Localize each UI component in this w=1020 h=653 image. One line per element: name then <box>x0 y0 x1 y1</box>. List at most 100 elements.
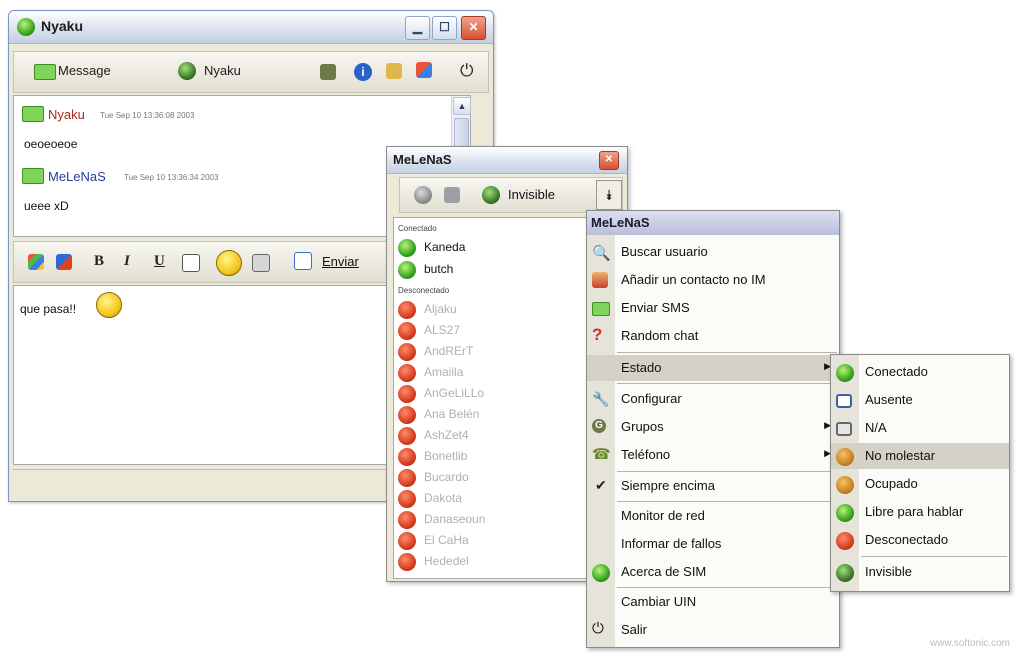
contact-name: butch <box>424 262 454 276</box>
contact-list-titlebar[interactable]: MeLeNaS ✕ <box>387 147 627 174</box>
contact-item[interactable]: AndRErT <box>398 342 598 362</box>
menu-item-cambiar-uin[interactable]: Cambiar UIN <box>587 589 839 615</box>
menu-item-label: Salir <box>621 622 648 637</box>
main-menu: MeLeNaS 🔍 Buscar usuario Añadir un conta… <box>586 210 840 648</box>
menu-item-acerca-de-sim[interactable]: Acerca de SIM <box>587 559 839 585</box>
menu-item-label: Buscar usuario <box>621 244 708 259</box>
menu-item-label: Grupos <box>621 419 664 434</box>
status-item-conectado[interactable]: Conectado <box>831 359 1009 385</box>
menu-item-label: Monitor de red <box>621 508 705 523</box>
contact-item[interactable]: Ana Belén <box>398 405 598 425</box>
status-item-desconectado[interactable]: Desconectado <box>831 527 1009 553</box>
contact-item[interactable]: Dakota <box>398 489 598 509</box>
online-status-icon <box>398 239 416 257</box>
minimize-button[interactable]: ▁ <box>405 16 430 40</box>
group-header-online[interactable]: Conectado <box>398 224 437 233</box>
background-color-icon[interactable] <box>56 254 72 270</box>
close-button[interactable]: ✕ <box>461 16 486 40</box>
watermark: www.softonic.com <box>929 638 1010 649</box>
color-palette-icon[interactable] <box>28 254 44 270</box>
contact-item[interactable]: Amaiila <box>398 363 598 383</box>
menu-item-siempre-encima[interactable]: ✔ Siempre encima <box>587 473 839 499</box>
status-item-ausente[interactable]: Ausente <box>831 387 1009 413</box>
message-text: ueee xD <box>24 199 69 213</box>
font-icon[interactable] <box>182 254 200 272</box>
menu-item-grupos[interactable]: G Grupos ▶ <box>587 414 839 440</box>
contact-item[interactable]: Aljaku <box>398 300 598 320</box>
random-chat-icon: ? <box>592 325 603 344</box>
contact-item[interactable]: Kaneda <box>398 238 598 258</box>
menu-item-salir[interactable]: ⏻ Salir <box>587 617 839 643</box>
status-button[interactable]: Invisible <box>508 187 555 202</box>
menu-item-label: Siempre encima <box>621 478 715 493</box>
status-icon[interactable] <box>414 186 432 204</box>
file-transfer-icon[interactable] <box>386 63 402 79</box>
contact-item[interactable]: AshZet4 <box>398 426 598 446</box>
bold-button[interactable]: B <box>94 253 104 270</box>
menu-item-monitor-de-red[interactable]: Monitor de red <box>587 503 839 529</box>
smiley-icon[interactable] <box>216 250 242 276</box>
away-status-icon <box>836 394 852 408</box>
maximize-button[interactable]: ☐ <box>432 16 457 40</box>
contact-info-button[interactable]: Nyaku <box>164 54 344 88</box>
menu-item-estado[interactable]: Estado ▶ <box>587 355 839 381</box>
envelope-icon <box>22 168 44 184</box>
contact-name: ALS27 <box>424 323 461 337</box>
sim-flower-icon <box>17 18 35 36</box>
send-button[interactable]: Enviar <box>322 254 359 269</box>
menu-item-random-chat[interactable]: ? Random chat <box>587 323 839 349</box>
menu-toggle-button[interactable]: ⯯ <box>596 180 622 210</box>
invisible-status-icon <box>836 564 854 582</box>
message-button[interactable]: Message <box>18 54 188 88</box>
contact-item[interactable]: Bucardo <box>398 468 598 488</box>
menu-item-anadir-contacto[interactable]: Añadir un contacto no IM <box>587 267 839 293</box>
contact-item[interactable]: Hededel <box>398 552 598 572</box>
contact-name: AshZet4 <box>424 428 469 442</box>
offline-status-icon <box>836 532 854 550</box>
offline-status-icon <box>398 385 416 403</box>
menu-item-telefono[interactable]: ☎ Teléfono ▶ <box>587 442 839 468</box>
image-icon[interactable] <box>252 254 270 272</box>
contact-status-icon <box>178 62 196 80</box>
input-text: que pasa!! <box>20 302 77 316</box>
contact-item[interactable]: butch <box>398 260 598 280</box>
menu-item-enviar-sms[interactable]: Enviar SMS <box>587 295 839 321</box>
status-item-libre-para-hablar[interactable]: Libre para hablar <box>831 499 1009 525</box>
users-icon[interactable] <box>416 62 432 78</box>
power-icon[interactable]: ⏻ <box>460 61 473 81</box>
sim-flower-icon <box>592 564 610 582</box>
contact-item[interactable]: ALS27 <box>398 321 598 341</box>
close-button[interactable]: ✕ <box>599 151 619 170</box>
contact-name: Bonetlib <box>424 449 468 463</box>
chat-titlebar[interactable]: Nyaku ▁ ☐ ✕ <box>9 11 493 44</box>
offline-status-icon <box>398 301 416 319</box>
menu-item-buscar-usuario[interactable]: 🔍 Buscar usuario <box>587 239 839 265</box>
offline-status-icon <box>398 511 416 529</box>
groups-icon: G <box>592 419 606 433</box>
underline-button[interactable]: U <box>154 253 165 270</box>
invisible-status-icon <box>482 186 500 204</box>
status-item-ocupado[interactable]: Ocupado <box>831 471 1009 497</box>
menu-item-label: Cambiar UIN <box>621 594 697 609</box>
power-icon: ⏻ <box>592 620 604 637</box>
menu-item-configurar[interactable]: 🔧 Configurar <box>587 386 839 412</box>
status-item-na[interactable]: N/A <box>831 415 1009 441</box>
scroll-up-arrow[interactable]: ▲ <box>453 97 471 115</box>
message-text: oeoeoeoe <box>24 137 78 151</box>
menu-item-label: Libre para hablar <box>865 504 964 519</box>
italic-button[interactable]: I <box>124 253 130 270</box>
add-contact-icon <box>592 272 608 288</box>
messages-icon[interactable] <box>444 187 460 203</box>
contact-item[interactable]: Bonetlib <box>398 447 598 467</box>
menu-item-informar-de-fallos[interactable]: Informar de fallos <box>587 531 839 557</box>
contact-item[interactable]: El CaHa <box>398 531 598 551</box>
info-icon[interactable]: i <box>354 63 372 81</box>
status-item-invisible[interactable]: Invisible <box>831 559 1009 585</box>
contact-item[interactable]: AnGeLiLLo <box>398 384 598 404</box>
status-item-no-molestar[interactable]: No molestar <box>831 443 1009 469</box>
offline-status-icon <box>398 427 416 445</box>
contact-button-label: Nyaku <box>204 63 241 78</box>
group-header-offline[interactable]: Desconectado <box>398 286 449 295</box>
history-icon[interactable] <box>320 64 336 80</box>
contact-item[interactable]: Danaseoun <box>398 510 598 530</box>
